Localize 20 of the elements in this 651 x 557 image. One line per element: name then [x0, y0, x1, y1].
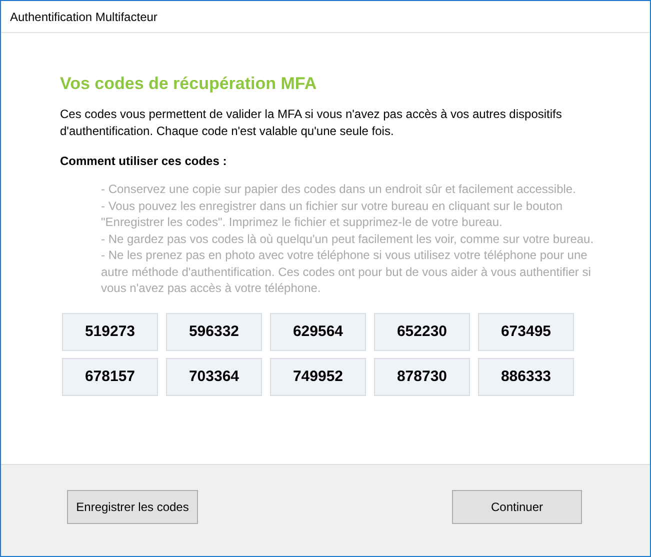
- recovery-code: 749952: [270, 358, 366, 396]
- recovery-code: 652230: [374, 312, 470, 350]
- recovery-code: 629564: [270, 312, 366, 350]
- recovery-code: 678157: [62, 358, 158, 396]
- recovery-code: 596332: [166, 312, 262, 350]
- window-title: Authentification Multifacteur: [10, 10, 158, 24]
- recovery-code: 703364: [166, 358, 262, 396]
- intro-text: Ces codes vous permettent de valider la MFA si vous n'avez pas accès à vos autres dispositifs d'authentification. Chaque code n'est valable qu'une seule fois.: [60, 106, 563, 140]
- recovery-code: 878730: [374, 358, 470, 396]
- instruction-text: - Ne gardez pas vos codes là où quelqu'un peut facilement les voir, comme sur votre bureau.: [101, 230, 595, 247]
- save-codes-button[interactable]: Enregistrer les codes: [67, 490, 198, 524]
- recovery-code: 673495: [478, 312, 574, 350]
- section-title: Comment utiliser ces codes :: [60, 154, 228, 168]
- instruction-text: - Conservez une copie sur papier des codes dans un endroit sûr et facilement accessible.: [101, 181, 577, 198]
- continue-button[interactable]: Continuer: [452, 490, 582, 524]
- instruction-text: - Vous pouvez les enregistrer dans un fichier sur votre bureau en cliquant sur le bouton "Enregistrer les codes". Imprimez le fichier et supprimez-le de votre bureau.: [101, 198, 564, 230]
- instruction-text: - Ne les prenez pas en photo avec votre téléphone si vous utilisez votre téléphone pour une autre méthode d'authentification. Ces codes ont pour but de vous aider à vous authentifier si vous n'avez pas accès à votre téléphone.: [101, 247, 592, 296]
- recovery-code: 519273: [62, 312, 158, 350]
- heading: Vos codes de récupération MFA: [60, 74, 318, 94]
- recovery-code: 886333: [478, 358, 574, 396]
